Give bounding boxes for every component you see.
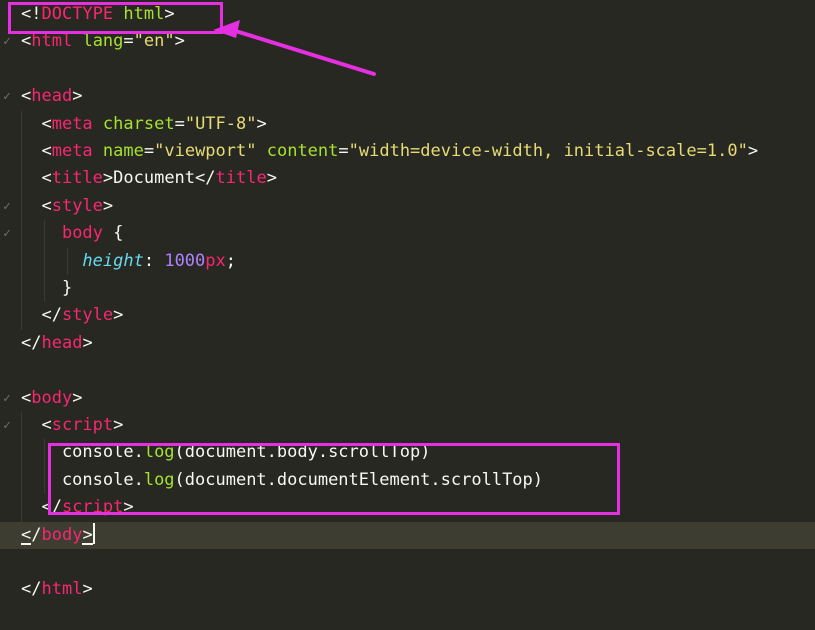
code-editor[interactable]: <!DOCTYPE html> ✓ <html lang="en"> ✓ <head> …: [0, 0, 815, 630]
annotation-arrow: [213, 20, 376, 76]
arrow-shaft: [224, 26, 376, 76]
